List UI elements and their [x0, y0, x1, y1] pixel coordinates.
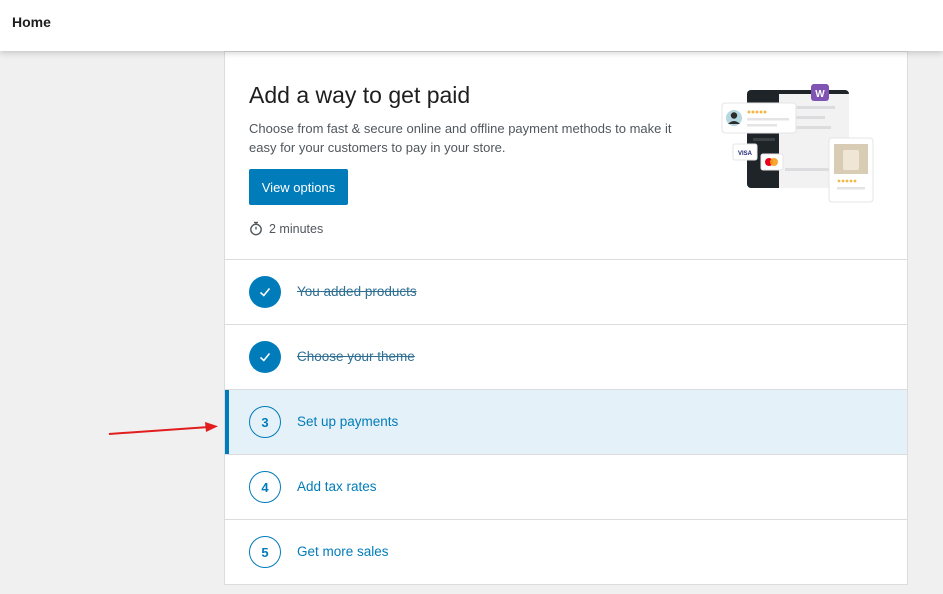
- task-complete-check: [249, 341, 281, 373]
- task-item-you-added-products[interactable]: You added products: [225, 260, 907, 325]
- time-estimate: 2 minutes: [249, 221, 323, 236]
- annotation-arrow-icon: [108, 422, 218, 435]
- view-options-button[interactable]: View options: [249, 169, 348, 205]
- checkmark-icon: [259, 352, 271, 362]
- task-step-number: 4: [249, 471, 281, 503]
- task-complete-check: [249, 276, 281, 308]
- w-badge-text: W: [815, 89, 825, 100]
- task-item-add-tax-rates[interactable]: 4 Add tax rates: [225, 455, 907, 520]
- task-item-get-more-sales[interactable]: 5 Get more sales: [225, 520, 907, 585]
- task-header-title: Add a way to get paid: [249, 82, 471, 108]
- task-label: Get more sales: [297, 544, 389, 559]
- payments-illustration: W VISA: [721, 84, 874, 203]
- time-estimate-text: 2 minutes: [269, 221, 324, 236]
- stopwatch-icon: [250, 221, 262, 236]
- task-item-choose-your-theme[interactable]: Choose your theme: [225, 325, 907, 390]
- task-step-number: 5: [249, 536, 281, 568]
- visa-logo-text: VISA: [738, 151, 753, 157]
- task-label: Set up payments: [297, 414, 399, 429]
- top-bar: Home: [0, 0, 943, 51]
- page-title: Home: [12, 14, 51, 30]
- setup-task-list-card: Add a way to get paid Choose from fast &…: [224, 51, 908, 585]
- task-label: Choose your theme: [297, 349, 415, 364]
- task-header-description: Choose from fast & secure online and off…: [249, 121, 672, 155]
- task-label: Add tax rates: [297, 479, 377, 494]
- task-item-set-up-payments[interactable]: 3 Set up payments: [225, 390, 907, 455]
- task-step-number: 3: [249, 406, 281, 438]
- checkmark-icon: [259, 287, 271, 297]
- task-header-panel: Add a way to get paid Choose from fast &…: [225, 52, 907, 260]
- task-label: You added products: [297, 284, 417, 299]
